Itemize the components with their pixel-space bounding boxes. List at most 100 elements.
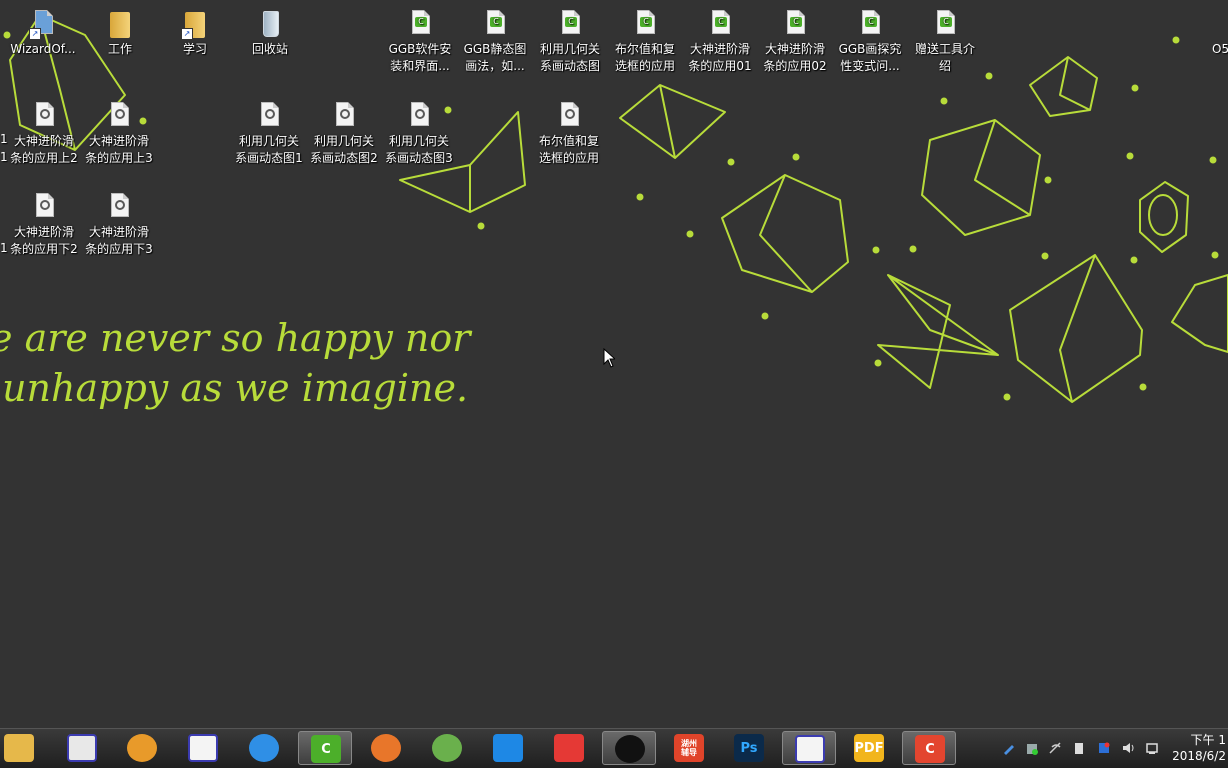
globe-icon — [432, 734, 462, 762]
desktop-icon[interactable]: ↗ 学习 — [157, 8, 233, 58]
mouse-cursor-icon — [603, 348, 615, 368]
pen-icon[interactable] — [1002, 741, 1016, 755]
clock-time: 下午 1 — [1190, 733, 1226, 747]
desktop-icon-label: GGB画探究 性变式问... — [838, 42, 902, 73]
taskbar-button-label: Ps — [740, 740, 758, 756]
desktop-icon[interactable]: 布尔值和复 选框的应用 — [531, 100, 607, 167]
offscreen-icon-label[interactable]: 1 — [0, 132, 8, 146]
desktop-icon[interactable]: C 大神进阶滑 条的应用02 — [757, 8, 833, 75]
desktop-icon[interactable]: C 利用几何关 系画动态图 — [532, 8, 608, 75]
video-file-icon: C — [554, 8, 586, 40]
taskbar-button-label: C — [925, 741, 935, 757]
taskbar-button-label: 湖州 辅导 — [681, 739, 697, 757]
desktop-icon-label: 大神进阶滑 条的应用下2 — [10, 225, 78, 256]
video-file-icon: C — [479, 8, 511, 40]
ggb-file-icon — [28, 100, 60, 132]
star-icon — [493, 734, 523, 762]
pdf-icon: PDF — [854, 734, 884, 762]
camtasia-red-icon: C — [915, 735, 945, 763]
taskbar-button[interactable]: C — [902, 731, 956, 765]
camtasia-icon: C — [311, 735, 341, 763]
taskbar-button[interactable] — [420, 731, 474, 765]
ggb-file-icon — [328, 100, 360, 132]
desktop-icon[interactable]: 工作 — [82, 8, 158, 58]
taskbar-button[interactable] — [115, 731, 169, 765]
taskbar-button[interactable] — [176, 731, 230, 765]
desktop-icon[interactable]: 大神进阶滑 条的应用上3 — [81, 100, 157, 167]
ggb-file-icon — [103, 100, 135, 132]
desktop-icon-label: GGB静态图 画法，如... — [463, 42, 527, 73]
wizardof-icon: ↗ — [27, 8, 59, 40]
video-file-icon: C — [854, 8, 886, 40]
desktop-icon-label: 大神进阶滑 条的应用上3 — [85, 134, 153, 165]
video-file-icon: C — [779, 8, 811, 40]
desktop-icon[interactable]: 利用几何关 系画动态图3 — [381, 100, 457, 167]
desktop-icon[interactable]: 利用几何关 系画动态图1 — [231, 100, 307, 167]
taskbar-button[interactable] — [602, 731, 656, 765]
volume-icon[interactable] — [1121, 741, 1135, 755]
desktop-icon-label: 布尔值和复 选框的应用 — [614, 42, 675, 73]
desktop-icon-label: 利用几何关 系画动态图 — [539, 42, 600, 73]
taskbar-button[interactable]: Ps — [722, 731, 776, 765]
offscreen-icon-label[interactable]: 1 — [0, 241, 8, 255]
geogebra-icon — [795, 735, 825, 763]
network-icon[interactable] — [1048, 741, 1062, 755]
geogebra-icon — [188, 734, 218, 762]
taskbar: C 湖州 辅导 Ps PDF C 下午 1 2018/6/2 — [0, 728, 1228, 768]
palette-icon — [127, 734, 157, 762]
desktop-icon[interactable]: 利用几何关 系画动态图2 — [306, 100, 382, 167]
desktop-icon-label: 大神进阶滑 条的应用01 — [688, 42, 752, 73]
offscreen-icon-label[interactable]: 1 — [0, 150, 8, 164]
taskbar-button[interactable] — [359, 731, 413, 765]
desktop-icon[interactable]: C 布尔值和复 选框的应用 — [607, 8, 683, 75]
desktop-icon-label: 学习 — [182, 42, 207, 56]
record-icon — [67, 734, 97, 762]
orange-bird-icon — [371, 734, 401, 762]
desktop-icon[interactable]: C GGB软件安 装和界面... — [382, 8, 458, 75]
video-file-icon: C — [704, 8, 736, 40]
taskbar-button[interactable] — [0, 731, 54, 765]
offscreen-icon-label[interactable]: O5 — [1212, 42, 1228, 56]
desktop-icon[interactable]: C GGB画探究 性变式问... — [832, 8, 908, 75]
explorer-folder-icon — [4, 734, 34, 762]
desktop-icon-label: 大神进阶滑 条的应用上2 — [10, 134, 78, 165]
desktop-icon[interactable]: 大神进阶滑 条的应用下2 — [6, 191, 82, 258]
system-clock[interactable]: 下午 1 2018/6/2 — [1172, 732, 1226, 764]
desktop-wallpaper: e are never so happy nor unhappy as we i… — [0, 0, 1228, 730]
taskbar-button[interactable] — [237, 731, 291, 765]
video-file-icon: C — [404, 8, 436, 40]
update-icon[interactable] — [1097, 741, 1111, 755]
desktop-icon[interactable]: C 赠送工具介 绍 — [907, 8, 983, 75]
desktop-icon[interactable]: C GGB静态图 画法，如... — [457, 8, 533, 75]
desktop-icon-label: 利用几何关 系画动态图1 — [235, 134, 303, 165]
folder-work-icon — [104, 8, 136, 40]
taskbar-button[interactable] — [782, 731, 836, 765]
security-shield-icon[interactable] — [1025, 741, 1039, 755]
ggb-file-icon — [403, 100, 435, 132]
desktop-icon-label: 布尔值和复 选框的应用 — [538, 134, 599, 165]
recycle-bin-icon — [254, 8, 286, 40]
desktop-icon[interactable]: ↗ WizardOf... — [5, 8, 81, 58]
ggb-file-icon — [553, 100, 585, 132]
taskbar-button[interactable]: C — [298, 731, 352, 765]
taskbar-button[interactable]: PDF — [842, 731, 896, 765]
desktop-icon[interactable]: 大神进阶滑 条的应用上2 — [6, 100, 82, 167]
desktop-icon-label: 工作 — [107, 42, 132, 56]
taskbar-button[interactable] — [542, 731, 596, 765]
taskbar-button[interactable] — [481, 731, 535, 765]
ggb-file-icon — [103, 191, 135, 223]
desktop-icon[interactable]: C 大神进阶滑 条的应用01 — [682, 8, 758, 75]
taskbar-button[interactable]: 湖州 辅导 — [662, 731, 716, 765]
bird-icon — [249, 734, 279, 762]
video-file-icon: C — [629, 8, 661, 40]
photoshop-icon: Ps — [734, 734, 764, 762]
desktop-icon-label: GGB软件安 装和界面... — [388, 42, 452, 73]
desktop-icon-label: WizardOf... — [10, 42, 76, 56]
wallpaper-quote: e are never so happy nor unhappy as we i… — [0, 316, 471, 410]
taskbar-button[interactable] — [55, 731, 109, 765]
desktop-icon[interactable]: 大神进阶滑 条的应用下3 — [81, 191, 157, 258]
clipboard-icon[interactable] — [1072, 741, 1086, 755]
desktop-icon[interactable]: 回收站 — [232, 8, 308, 58]
action-center-icon[interactable] — [1145, 741, 1159, 755]
video-file-icon: C — [929, 8, 961, 40]
